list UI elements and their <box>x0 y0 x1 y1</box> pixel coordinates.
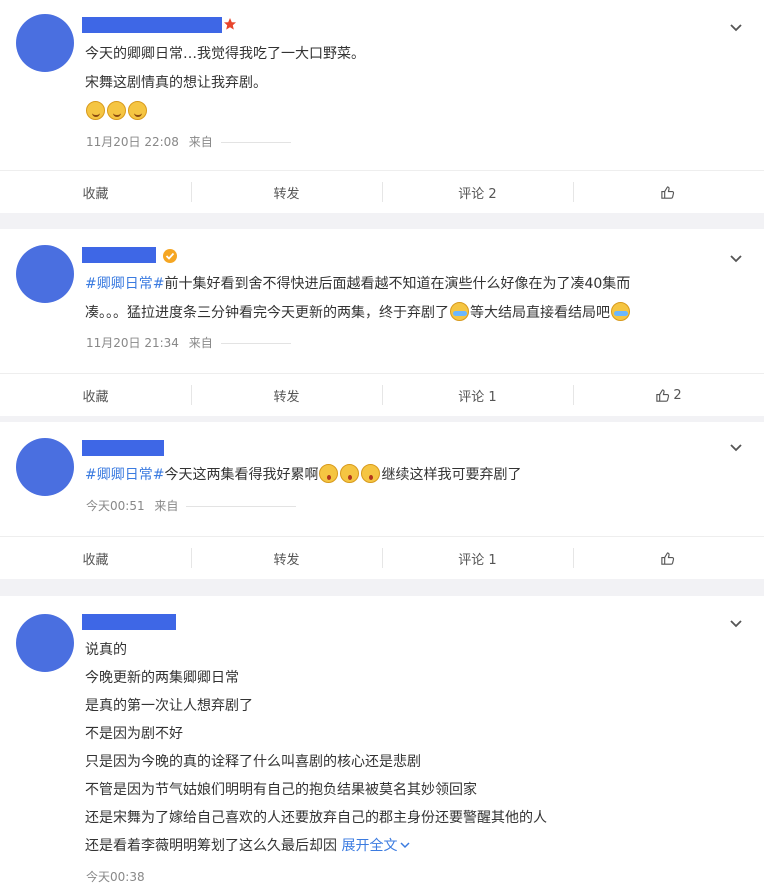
favorite-button[interactable]: 收藏 <box>0 537 191 579</box>
post-text: 今天的卿卿日常…我觉得我吃了一大口野菜。 宋舞这剧情真的想让我弃剧。 <box>85 40 724 127</box>
username[interactable] <box>82 614 176 630</box>
chevron-down-icon[interactable] <box>728 251 744 267</box>
expand-full-text-link[interactable]: 展开全文 <box>341 838 411 854</box>
action-bar: 收藏 转发 评论 2 <box>0 170 764 213</box>
topic-link[interactable]: #卿卿日常# <box>85 276 164 292</box>
post-time[interactable]: 今天00:38 <box>86 870 145 884</box>
avatar[interactable] <box>16 614 74 672</box>
comment-button[interactable]: 评论 1 <box>382 537 573 579</box>
repost-button[interactable]: 转发 <box>191 171 382 213</box>
post-time[interactable]: 11月20日 21:34 <box>86 336 179 350</box>
chevron-down-icon <box>400 842 410 849</box>
post-meta: 今天00:51 来自 <box>86 497 297 514</box>
post-card: 今天的卿卿日常…我觉得我吃了一大口野菜。 宋舞这剧情真的想让我弃剧。 11月20… <box>0 0 764 213</box>
topic-link[interactable]: #卿卿日常# <box>85 467 164 483</box>
chevron-down-icon[interactable] <box>728 616 744 632</box>
username[interactable] <box>82 247 156 263</box>
action-bar: 收藏 转发 评论 1 2 <box>0 373 764 416</box>
shocked-emoji-icon <box>340 464 360 483</box>
thumbs-up-icon <box>660 551 674 565</box>
action-bar: 收藏 转发 评论 1 <box>0 536 764 579</box>
comment-button[interactable]: 评论 1 <box>382 374 573 416</box>
like-button[interactable] <box>573 537 764 579</box>
comment-button[interactable]: 评论 2 <box>382 171 573 213</box>
like-button[interactable]: 2 <box>573 374 764 416</box>
avatar[interactable] <box>16 14 74 72</box>
post-source: 来自 <box>154 499 179 513</box>
shocked-emoji-icon <box>361 464 381 483</box>
like-button[interactable] <box>573 171 764 213</box>
crying-emoji-icon <box>611 302 630 321</box>
smile-emoji-icon <box>86 101 105 120</box>
smile-emoji-icon <box>128 101 147 120</box>
shocked-emoji-icon <box>319 464 339 483</box>
star-badge-icon <box>224 18 236 30</box>
post-card: #卿卿日常#今天这两集看得我好累啊 继续这样我可要弃剧了 今天00:51 来自 收… <box>0 422 764 579</box>
thumbs-up-icon <box>656 388 670 402</box>
verified-badge-icon <box>163 249 177 263</box>
post-text: 说真的 今晚更新的两集卿卿日常 是真的第一次让人想弃剧了 不是因为剧不好 只是因… <box>85 642 547 854</box>
post-time[interactable]: 今天00:51 <box>86 499 145 513</box>
username[interactable] <box>82 17 222 33</box>
post-meta: 11月20日 22:08 来自 <box>86 133 291 150</box>
repost-button[interactable]: 转发 <box>191 537 382 579</box>
favorite-button[interactable]: 收藏 <box>0 171 191 213</box>
repost-button[interactable]: 转发 <box>191 374 382 416</box>
post-source: 来自 <box>188 135 213 149</box>
chevron-down-icon[interactable] <box>728 20 744 36</box>
favorite-button[interactable]: 收藏 <box>0 374 191 416</box>
avatar[interactable] <box>16 438 74 496</box>
thumbs-up-icon <box>660 185 674 199</box>
post-source: 来自 <box>188 336 213 350</box>
post-meta: 今天00:38 <box>86 868 145 885</box>
avatar[interactable] <box>16 245 74 303</box>
post-time[interactable]: 11月20日 22:08 <box>86 135 179 149</box>
chevron-down-icon[interactable] <box>728 440 744 456</box>
username[interactable] <box>82 440 164 456</box>
post-text: #卿卿日常#前十集好看到舍不得快进后面越看越不知道在演些什么好像在为了凑40集而… <box>85 276 631 321</box>
post-meta: 11月20日 21:34 来自 <box>86 334 291 351</box>
crying-emoji-icon <box>450 302 469 321</box>
post-card: #卿卿日常#前十集好看到舍不得快进后面越看越不知道在演些什么好像在为了凑40集而… <box>0 229 764 416</box>
smile-emoji-icon <box>107 101 126 120</box>
post-card: 说真的 今晚更新的两集卿卿日常 是真的第一次让人想弃剧了 不是因为剧不好 只是因… <box>0 596 764 887</box>
post-text: #卿卿日常#今天这两集看得我好累啊 继续这样我可要弃剧了 <box>85 461 724 490</box>
